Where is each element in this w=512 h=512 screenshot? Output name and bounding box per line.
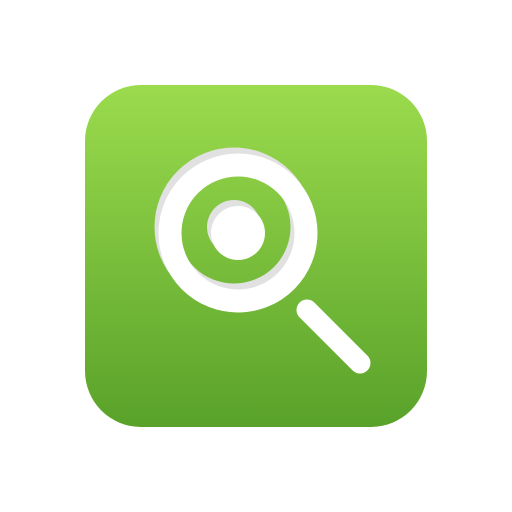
magnifier-center-dot [211,206,265,260]
canvas [0,0,512,512]
app-icon-background [85,85,427,427]
magnifying-glass-icon [85,85,427,427]
app-icon[interactable] [85,85,427,427]
